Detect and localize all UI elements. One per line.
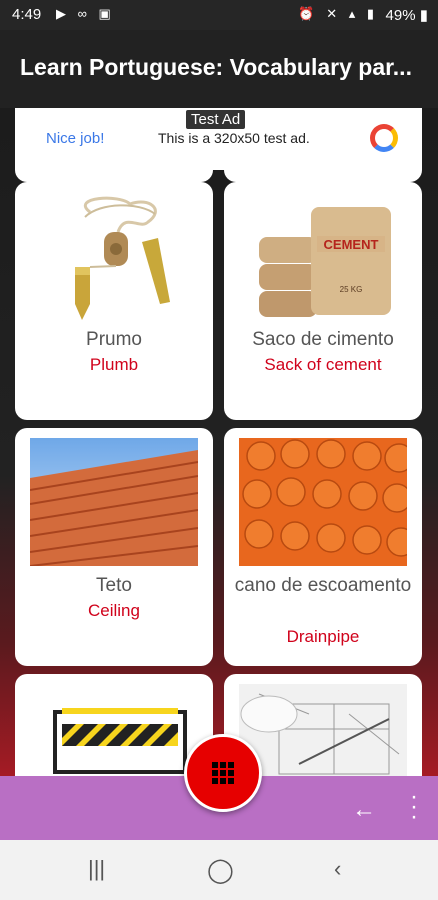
grid-icon <box>212 762 234 784</box>
vocab-card-cano-de-escoamento[interactable]: cano de escoamento Drainpipe <box>224 428 422 666</box>
grid-menu-button[interactable] <box>184 734 262 812</box>
portuguese-word: Saco de cimento <box>252 329 394 350</box>
cement-sack-image: CEMENT 25 KG <box>259 207 391 317</box>
more-vertical-icon[interactable]: · · · <box>410 785 418 829</box>
nav-back-icon[interactable]: ‹ <box>334 856 341 882</box>
portuguese-word: cano de escoamento <box>234 575 412 596</box>
cement-label: CEMENT <box>324 237 379 252</box>
vocabulary-grid[interactable]: Nice job! This is a 320x50 test ad. Test… <box>0 108 438 776</box>
ad-logo-icon <box>370 124 398 152</box>
portuguese-word: Prumo <box>86 329 142 350</box>
english-translation: Sack of cement <box>264 355 382 374</box>
portuguese-word: Teto <box>96 575 132 596</box>
vocab-card-barrier[interactable] <box>15 674 213 776</box>
ad-nice-label: Nice job! <box>46 130 105 147</box>
vocab-card-saco-de-cimento[interactable]: CEMENT 25 KG Saco de cimento Sack of cem… <box>224 182 422 420</box>
roof-tiles-image <box>30 438 198 566</box>
english-translation: Plumb <box>89 355 139 374</box>
drainpipe-image <box>239 438 407 566</box>
notification-icons: ▶ ∞ ▣ <box>56 6 115 21</box>
system-status-icons: ⏰ ✕ ▴ ▮ <box>298 6 378 21</box>
status-bar: 4:49 ▶ ∞ ▣ ⏰ ✕ ▴ ▮ 49% ▮ <box>0 0 438 30</box>
page-title: Learn Portuguese: Vocabulary par... <box>20 54 412 80</box>
battery-level: 49% ▮ <box>385 7 428 24</box>
blueprint-image <box>239 684 407 776</box>
english-translation: Drainpipe <box>286 627 360 646</box>
plumb-bob-image <box>75 196 170 320</box>
home-icon[interactable]: ◯ <box>207 856 234 885</box>
vocab-card-teto[interactable]: Teto Ceiling <box>15 428 213 666</box>
barrier-image <box>53 708 187 774</box>
recent-apps-icon[interactable]: ||| <box>88 856 105 882</box>
cement-weight: 25 KG <box>340 285 363 294</box>
ad-tag: Test Ad <box>186 110 246 129</box>
english-translation: Ceiling <box>88 601 140 620</box>
ad-message: This is a 320x50 test ad. <box>158 130 310 146</box>
system-navigation-bar: ||| ◯ ‹ <box>0 840 438 900</box>
app-bar: Learn Portuguese: Vocabulary par... <box>0 30 438 108</box>
vocab-card-prumo[interactable]: Prumo Plumb <box>15 182 213 420</box>
status-time: 4:49 <box>12 6 42 23</box>
arrow-left-icon[interactable]: ← <box>352 796 376 824</box>
